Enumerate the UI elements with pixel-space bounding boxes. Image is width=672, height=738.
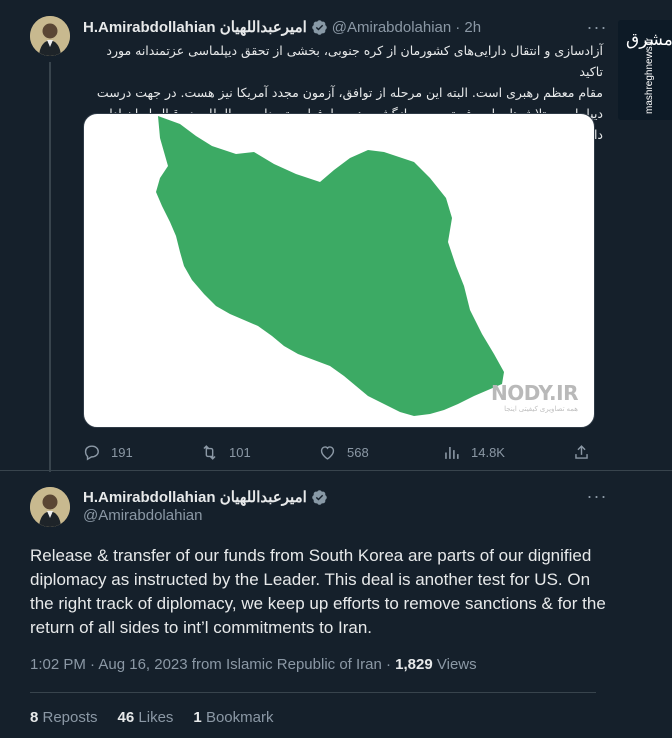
tweet-timestamp[interactable]: 1:02 PM · Aug 16, 2023 from Islamic Repu… [30,656,395,673]
reposts-label: Reposts [38,709,98,726]
verified-badge-icon [312,489,327,505]
tweet-actions: 191 101 568 14.8K [78,440,598,464]
more-options-icon[interactable]: ··· [586,18,608,40]
heart-icon [320,445,335,460]
tweet-media-image[interactable]: NODY.IR همه تصاویری کیفیتی اینجا [83,113,595,428]
repost-count: 101 [229,444,251,460]
share-button[interactable] [572,440,601,464]
watermark-title: NODY.IR [491,381,579,405]
views-count: 14.8K [471,444,505,460]
watermark-subtitle: همه تصاویری کیفیتی اینجا [504,406,578,413]
views-label: Views [432,656,477,673]
avatar[interactable] [30,16,70,56]
repost-icon [203,444,216,460]
handle[interactable]: @Amirabdolahian [83,507,202,524]
tweet-meta: 1:02 PM · Aug 16, 2023 from Islamic Repu… [30,656,477,673]
display-name[interactable]: H.Amirabdollahian امیرعبداللهیان [83,18,307,36]
likes-label: Likes [134,709,174,726]
analytics-icon [445,446,459,459]
tweet-header: H.Amirabdollahian امیرعبداللهیان @Amirab… [83,16,612,38]
thread-line [49,62,51,472]
repost-button[interactable]: 101 [200,440,251,464]
site-logo: مشرق mashreghnews.ir [618,20,672,120]
tweet-body: Release & transfer of our funds from Sou… [30,546,606,637]
engagement-stats: 8 Reposts 46 Likes 1 Bookmark [30,709,273,726]
tweet-text-line: آزادسازی و انتقال دارایی‌های کشورمان از … [106,43,603,79]
reply-count: 191 [111,444,133,460]
like-count: 568 [347,444,369,460]
reply-icon [84,444,99,460]
image-watermark: NODY.IR همه تصاویری کیفیتی اینجا [491,381,579,413]
share-icon [575,444,588,459]
handle[interactable]: @Amirabdolahian [332,19,451,36]
display-name[interactable]: H.Amirabdollahian امیرعبداللهیان [83,488,307,506]
verified-badge-icon [312,19,327,35]
author-name-row: H.Amirabdollahian امیرعبداللهیان [83,487,332,507]
tweet-text-line: مقام معظم رهبری است. البته این مرحله از … [96,85,603,100]
timestamp[interactable]: · 2h [455,19,481,36]
bookmarks-stat[interactable]: 1 Bookmark [193,709,273,726]
avatar[interactable] [30,487,70,527]
bookmarks-label: Bookmark [205,709,274,726]
bookmarks-count: 1 [193,709,202,726]
divider [30,692,596,693]
divider [0,470,672,471]
more-options-icon[interactable]: ··· [586,487,608,509]
reply-button[interactable]: 191 [82,440,133,464]
site-logo-url: mashreghnews.ir [644,37,655,114]
views-count: 1,829 [395,656,433,673]
reposts-stat[interactable]: 8 Reposts [30,709,98,726]
like-button[interactable]: 568 [318,440,369,464]
likes-stat[interactable]: 46 Likes [118,709,174,726]
likes-count: 46 [117,709,135,726]
views-button[interactable]: 14.8K [442,440,505,464]
